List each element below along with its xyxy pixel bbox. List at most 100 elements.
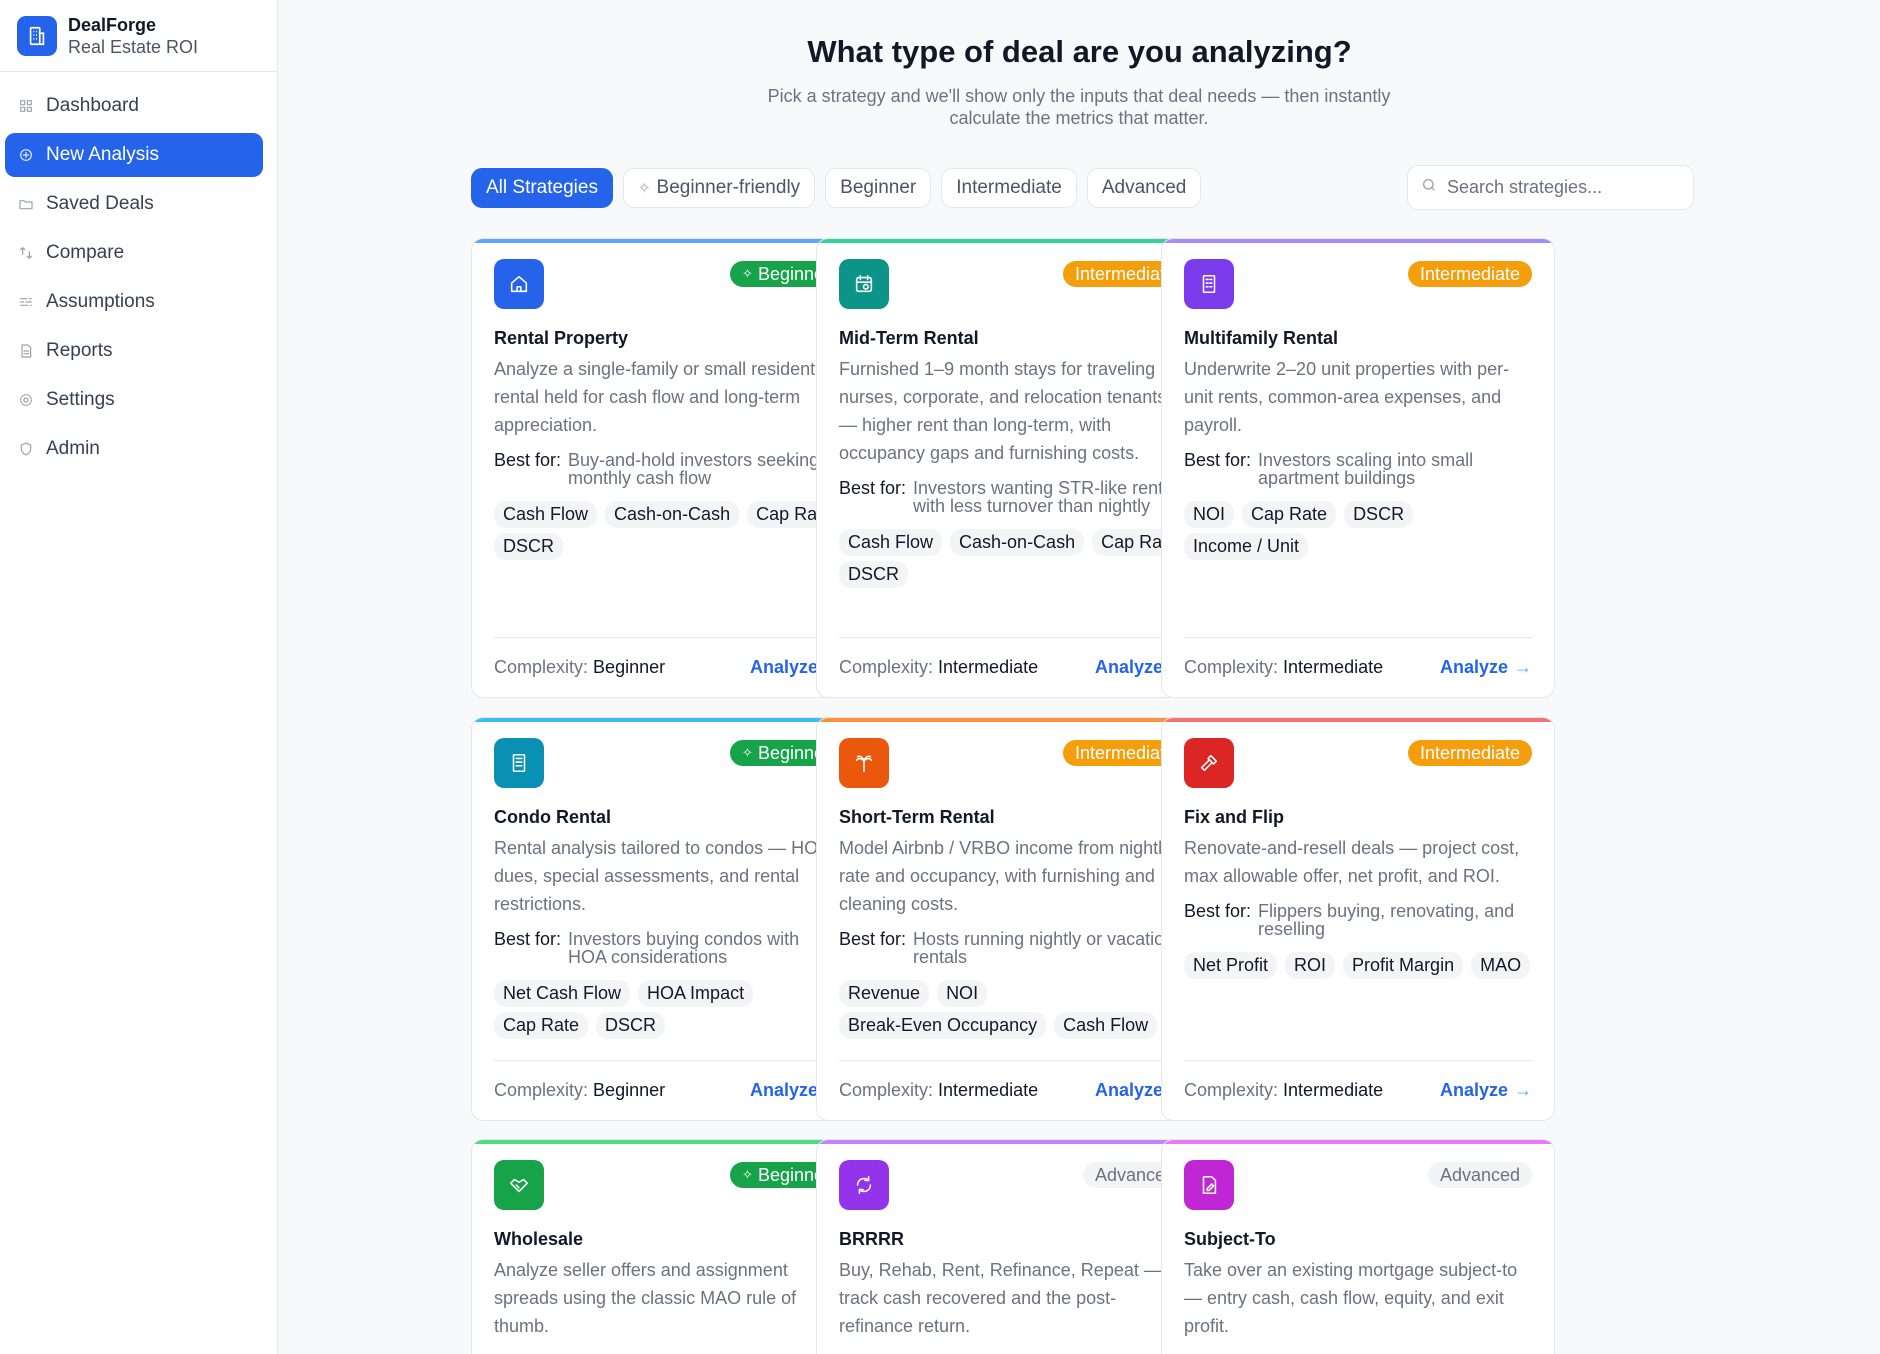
complexity-text: Complexity: Intermediate bbox=[1184, 1080, 1383, 1101]
sidebar-item-dashboard[interactable]: Dashboard bbox=[5, 84, 263, 128]
analyze-button[interactable]: Analyze → bbox=[1440, 1080, 1532, 1101]
analyze-label: Analyze bbox=[1094, 1080, 1163, 1100]
metric-tags: Net Profit ROI Profit Margin MAO bbox=[1184, 952, 1532, 979]
strategy-card-condo-rental[interactable]: ✧ Beginner Condo Rental Rental analysis tai… bbox=[471, 717, 865, 1121]
grid-icon bbox=[18, 98, 46, 114]
filter-chip-beginner[interactable]: Beginner bbox=[825, 168, 932, 208]
complexity-value: Intermediate bbox=[938, 1080, 1039, 1100]
level-badge-label: Intermediate bbox=[1419, 263, 1520, 284]
plus-circle-icon bbox=[18, 147, 46, 163]
page-subtitle: Pick a strategy and we'll show only the … bbox=[767, 86, 1391, 128]
sidebar-item-saved-deals[interactable]: Saved Deals bbox=[5, 182, 263, 226]
arrow-right-icon: → bbox=[1514, 1080, 1532, 1100]
strategy-card-wholesale[interactable]: ✧ Beginner Wholesale Analyze seller offers … bbox=[471, 1139, 865, 1354]
edit-document-icon bbox=[1184, 1160, 1234, 1210]
page-title: What type of deal are you analyzing? bbox=[807, 34, 1352, 69]
complexity-value: Beginner bbox=[593, 1080, 666, 1100]
refresh-icon bbox=[839, 1160, 889, 1210]
sidebar-item-reports[interactable]: Reports bbox=[5, 329, 263, 373]
card-footer: Complexity: IntermediateAnalyze→ bbox=[839, 1060, 1187, 1120]
sidebar-item-new-analysis[interactable]: New Analysis bbox=[5, 133, 263, 177]
level-badge-label: Advanced bbox=[1439, 1164, 1520, 1185]
card-accent-bar bbox=[1162, 718, 1554, 722]
search-input[interactable] bbox=[1447, 177, 1677, 198]
card-accent-bar bbox=[817, 239, 1209, 243]
card-description: Buy, Rehab, Rent, Refinance, Repeat — tr… bbox=[839, 1260, 1162, 1336]
search-box[interactable] bbox=[1407, 165, 1694, 210]
card-description: Underwrite 2–20 unit properties with per… bbox=[1184, 359, 1510, 435]
metric-tag: Profit Margin bbox=[1343, 952, 1464, 979]
metric-tag: Cash Flow bbox=[1054, 1012, 1158, 1039]
metric-tag: Cash-on-Cash bbox=[605, 501, 740, 528]
metric-tag: NOI bbox=[1184, 501, 1235, 528]
complexity-value: Beginner bbox=[593, 657, 666, 677]
best-for-value: Flippers buying, renovating, and reselli… bbox=[1258, 901, 1515, 939]
sidebar-item-compare[interactable]: Compare bbox=[5, 231, 263, 275]
sidebar-item-assumptions[interactable]: Assumptions bbox=[5, 280, 263, 324]
sidebar-item-label: Settings bbox=[46, 389, 115, 410]
complexity-label: Complexity: bbox=[839, 1080, 934, 1100]
complexity-label: Complexity: bbox=[1184, 657, 1279, 677]
strategy-card-multifamily-rental[interactable]: Intermediate Multifamily Rental Underwrite… bbox=[1161, 238, 1555, 698]
sidebar-item-label: Reports bbox=[46, 340, 113, 361]
app-name: DealForge bbox=[68, 14, 157, 35]
card-title: Condo Rental bbox=[494, 807, 611, 827]
level-badge-label: Intermediate bbox=[1419, 742, 1520, 763]
strategy-card-subject-to[interactable]: Advanced Subject-To Take over an existing … bbox=[1161, 1139, 1555, 1354]
metric-tag: Income / Unit bbox=[1184, 533, 1309, 560]
card-body: Advanced Subject-To Take over an existing … bbox=[1184, 1160, 1532, 1340]
sidebar-item-label: Assumptions bbox=[46, 291, 155, 312]
card-description: Renovate-and-resell deals — project cost… bbox=[1184, 838, 1520, 886]
card-title: Wholesale bbox=[494, 1229, 584, 1249]
strategy-card-brrrr[interactable]: Advanced BRRRR Buy, Rehab, Rent, Refinance… bbox=[816, 1139, 1210, 1354]
sidebar: DealForge Real Estate ROI Dashboard New A… bbox=[0, 0, 278, 1354]
sparkle-icon: ✧ bbox=[742, 266, 753, 281]
card-description: Take over an existing mortgage subject-t… bbox=[1184, 1260, 1518, 1336]
filter-chip-advanced[interactable]: Advanced bbox=[1086, 168, 1202, 208]
gear-icon bbox=[18, 392, 46, 408]
filter-chip-label: Intermediate bbox=[956, 177, 1062, 198]
filter-chip-all-strategies[interactable]: All Strategies bbox=[471, 168, 613, 208]
house-icon bbox=[494, 259, 544, 309]
building-icon bbox=[17, 15, 57, 56]
card-accent-bar bbox=[1162, 1140, 1554, 1144]
strategy-card-rental-property[interactable]: ✧ Beginner Rental Property Analyze a single… bbox=[471, 238, 865, 698]
analyze-label: Analyze bbox=[749, 1080, 818, 1100]
brand[interactable]: DealForge Real Estate ROI bbox=[0, 0, 277, 72]
sidebar-item-settings[interactable]: Settings bbox=[5, 378, 263, 422]
complexity-value: Intermediate bbox=[1283, 1080, 1384, 1100]
filter-chip-beginner-friendly[interactable]: ✧ Beginner-friendly bbox=[622, 168, 816, 208]
complexity-label: Complexity: bbox=[839, 657, 934, 677]
analyze-button[interactable]: Analyze → bbox=[1440, 657, 1532, 678]
card-body: ✧ Beginner Wholesale Analyze seller offers … bbox=[494, 1160, 842, 1340]
strategy-card-fix-and-flip[interactable]: Intermediate Fix and Flip Renovate-and-res… bbox=[1161, 717, 1555, 1121]
card-body: Intermediate Mid-Term Rental Furnished 1–9… bbox=[839, 259, 1187, 588]
card-footer: Complexity: BeginnerAnalyze→ bbox=[494, 1060, 842, 1120]
analyze-label: Analyze bbox=[1439, 657, 1508, 677]
metric-tag: Net Cash Flow bbox=[494, 980, 631, 1007]
metric-tags: Revenue NOI Break-Even Occupancy Cash Flow bbox=[839, 980, 1187, 1039]
metric-tag: HOA Impact bbox=[638, 980, 754, 1007]
card-accent-bar bbox=[817, 1140, 1209, 1144]
sidebar-item-label: Compare bbox=[46, 242, 125, 263]
best-for-value: Hosts running nightly or vacation rental… bbox=[913, 929, 1175, 967]
sidebar-item-label: Admin bbox=[46, 438, 100, 459]
sidebar-item-admin[interactable]: Admin bbox=[5, 427, 263, 471]
best-for: Best for: Investors buying condos with HO… bbox=[494, 930, 842, 966]
card-accent-bar bbox=[472, 239, 864, 243]
app-subtitle: Real Estate ROI bbox=[68, 36, 199, 57]
sidebar-item-label: Dashboard bbox=[46, 95, 139, 116]
sparkle-icon: ✧ bbox=[637, 180, 651, 197]
complexity-text: Complexity: Intermediate bbox=[839, 657, 1038, 678]
palm-tree-icon bbox=[839, 738, 889, 788]
card-title: Multifamily Rental bbox=[1184, 328, 1339, 348]
hammer-icon bbox=[1184, 738, 1234, 788]
calendar-icon bbox=[839, 259, 889, 309]
metric-tag: DSCR bbox=[494, 533, 564, 560]
card-description: Rental analysis tailored to condos — HOA… bbox=[494, 838, 830, 914]
metric-tags: Cash Flow Cash-on-Cash Cap Rate DSCR bbox=[494, 501, 842, 560]
level-badge: Advanced bbox=[1427, 1162, 1532, 1188]
strategy-card-short-term-rental[interactable]: Intermediate Short-Term Rental Model Airbn… bbox=[816, 717, 1210, 1121]
strategy-card-mid-term-rental[interactable]: Intermediate Mid-Term Rental Furnished 1–9… bbox=[816, 238, 1210, 698]
filter-chip-intermediate[interactable]: Intermediate bbox=[941, 168, 1077, 208]
